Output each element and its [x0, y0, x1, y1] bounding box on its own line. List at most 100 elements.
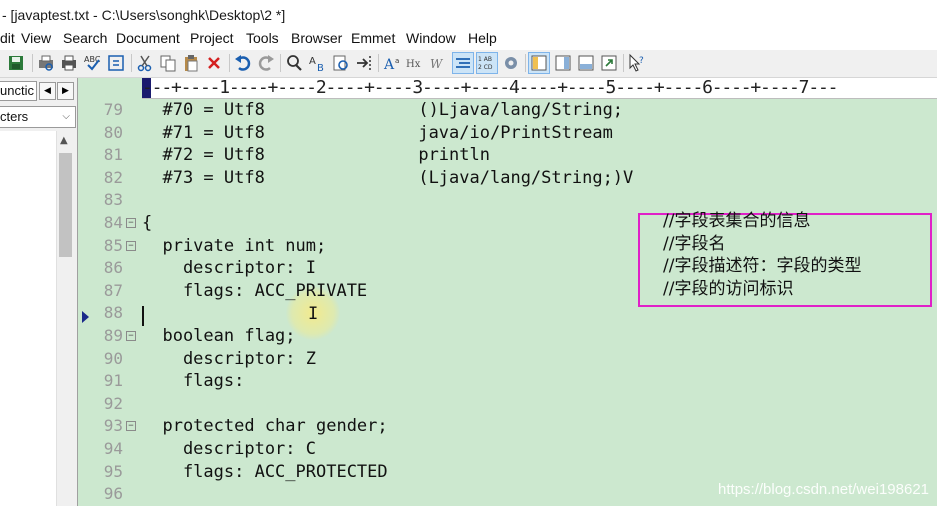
output-panel-icon[interactable] [576, 53, 596, 73]
menu-view[interactable]: View [21, 30, 51, 46]
code-line[interactable]: private int num; [142, 235, 326, 257]
menu-project[interactable]: Project [190, 30, 234, 46]
current-line-marker-icon [82, 311, 89, 323]
annotation-comment: //字段描述符：字段的类型 [663, 256, 862, 277]
window-title: - [javaptest.txt - C:\Users\songhk\Deskt… [0, 0, 937, 28]
line-number: 86 [103, 258, 123, 278]
find-icon[interactable] [284, 53, 304, 73]
panel-filter-select[interactable]: cters ⌵ [0, 106, 76, 128]
fullscreen-icon[interactable] [599, 53, 619, 73]
panel-tab-row: unctic ◀ ▶ [0, 81, 76, 101]
sync-icon[interactable] [106, 53, 126, 73]
find-in-files-icon[interactable] [331, 53, 351, 73]
line-number: 82 [103, 167, 123, 187]
fold-toggle-icon[interactable]: − [126, 218, 136, 228]
svg-text:Hx: Hx [406, 59, 421, 70]
scrollbar-thumb[interactable] [59, 153, 72, 257]
font-size-icon[interactable]: Aa [383, 53, 403, 73]
left-panel-icon[interactable] [528, 52, 550, 74]
function-list-panel: unctic ◀ ▶ cters ⌵ ▲ [0, 78, 78, 506]
code-line[interactable]: #73 = Utf8 (Ljava/lang/String;)V [142, 167, 633, 189]
line-number: 95 [103, 461, 123, 481]
ruler-scale: ---+----1----+----2----+----3----+----4-… [142, 78, 838, 98]
code-line[interactable]: boolean flag; [142, 325, 295, 347]
svg-text:A: A [383, 57, 395, 73]
line-number: 94 [103, 439, 123, 458]
line-number: 96 [103, 484, 123, 504]
svg-text:A: A [309, 56, 316, 67]
code-line[interactable]: descriptor: I [142, 257, 316, 279]
panel-scrollbar[interactable]: ▲ [56, 131, 75, 506]
code-line[interactable]: descriptor: Z [142, 348, 316, 370]
line-number: 84 [103, 213, 123, 232]
svg-text:2 CD: 2 CD [478, 64, 493, 71]
print-icon[interactable] [59, 53, 79, 73]
code-line[interactable]: #72 = Utf8 println [142, 144, 490, 166]
panel-tab-functions[interactable]: unctic [0, 81, 37, 101]
replace-icon[interactable]: AB [308, 53, 328, 73]
svg-text:?: ? [639, 56, 644, 66]
line-number: 89 [103, 326, 123, 345]
line-number-gutter: 79 80 81 82 83 84−85−86 87 88 89−90 91 92 93−94 95 96 [78, 98, 142, 506]
code-line[interactable]: descriptor: C [142, 438, 316, 460]
code-line[interactable]: #70 = Utf8 ()Ljava/lang/String; [142, 99, 623, 121]
code-line[interactable]: protected char gender; [142, 415, 387, 437]
text-caret [142, 306, 144, 326]
indent-guide-icon[interactable] [452, 52, 474, 74]
line-number: 90 [103, 348, 123, 368]
function-list[interactable] [0, 131, 56, 506]
fold-toggle-icon[interactable]: − [126, 331, 136, 341]
delete-icon[interactable] [204, 53, 224, 73]
redo-icon[interactable] [256, 53, 276, 73]
menu-browser[interactable]: Browser [291, 30, 342, 46]
line-number: 79 [103, 100, 123, 119]
menu-document[interactable]: Document [116, 30, 180, 46]
code-line[interactable]: flags: ACC_PROTECTED [142, 461, 388, 483]
code-line[interactable]: #71 = Utf8 java/io/PrintStream [142, 122, 612, 144]
toolbar: ABC AB Aa Hx W 1 AB 2 CD ? [0, 50, 937, 78]
svg-text:a: a [395, 57, 399, 65]
fold-toggle-icon[interactable]: − [126, 421, 136, 432]
menu-emmet[interactable]: Emmet [351, 30, 395, 46]
menu-window[interactable]: Window [406, 30, 456, 46]
line-number: 91 [103, 371, 123, 391]
watermark: https://blog.csdn.net/wei198621 [718, 481, 929, 498]
menu-help[interactable]: Help [468, 30, 497, 46]
copy-icon[interactable] [158, 53, 178, 73]
fold-toggle-icon[interactable]: − [126, 240, 136, 251]
line-number: 87 [103, 280, 123, 300]
line-number: 85 [103, 235, 123, 255]
hex-icon[interactable]: Hx [406, 53, 426, 73]
cut-icon[interactable] [135, 53, 155, 73]
menu-tools[interactable]: Tools [246, 30, 279, 46]
word-wrap-icon[interactable]: W [429, 53, 449, 73]
print-preview-icon[interactable] [36, 53, 56, 73]
svg-text:1 AB: 1 AB [478, 56, 492, 63]
spellcheck-icon[interactable]: ABC [83, 53, 103, 73]
menu-search[interactable]: Search [63, 30, 107, 46]
menu-bar: dit View Search Document Project Tools B… [0, 28, 937, 50]
code-editor[interactable]: ---+----1----+----2----+----3----+----4-… [78, 78, 937, 506]
column-ruler: ---+----1----+----2----+----3----+----4-… [142, 78, 937, 99]
paste-icon[interactable] [181, 53, 201, 73]
code-line[interactable]: flags: ACC_PRIVATE [142, 280, 367, 302]
right-panel-icon[interactable] [553, 53, 573, 73]
svg-text:W: W [430, 57, 444, 71]
svg-text:B: B [317, 63, 324, 73]
tab-scroll-left-icon[interactable]: ◀ [39, 82, 56, 100]
line-number-icon[interactable]: 1 AB 2 CD [476, 52, 498, 74]
code-line[interactable]: { [142, 212, 152, 234]
help-cursor-icon[interactable]: ? [627, 53, 647, 73]
undo-icon[interactable] [233, 53, 253, 73]
menu-edit[interactable]: dit [0, 30, 15, 46]
line-number: 81 [103, 145, 123, 165]
scroll-up-icon[interactable]: ▲ [60, 135, 68, 146]
line-number: 80 [103, 122, 123, 142]
jump-icon[interactable] [354, 53, 374, 73]
chevron-down-icon: ⌵ [62, 111, 70, 122]
line-number: 83 [103, 190, 123, 210]
tab-scroll-right-icon[interactable]: ▶ [57, 82, 74, 100]
save-all-icon[interactable] [6, 53, 26, 73]
code-line[interactable]: flags: [142, 370, 244, 392]
settings-icon[interactable] [501, 53, 521, 73]
